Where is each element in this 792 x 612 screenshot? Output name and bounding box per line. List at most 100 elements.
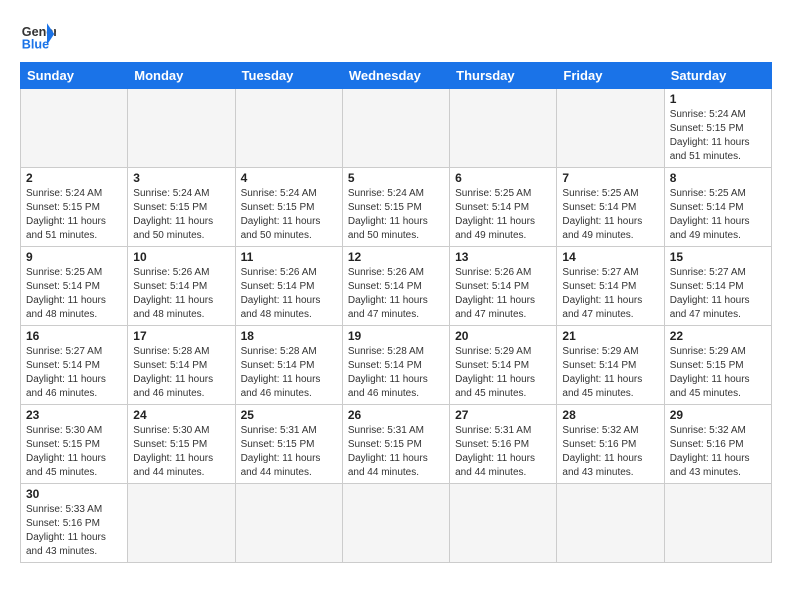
day-info: Sunrise: 5:27 AM Sunset: 5:14 PM Dayligh… <box>670 266 766 322</box>
logo: General Blue <box>20 16 56 52</box>
day-info: Sunrise: 5:30 AM Sunset: 5:15 PM Dayligh… <box>133 424 229 480</box>
calendar-cell <box>235 89 342 168</box>
day-info: Sunrise: 5:32 AM Sunset: 5:16 PM Dayligh… <box>670 424 766 480</box>
day-info: Sunrise: 5:26 AM Sunset: 5:14 PM Dayligh… <box>348 266 444 322</box>
calendar-cell: 5Sunrise: 5:24 AM Sunset: 5:15 PM Daylig… <box>342 168 449 247</box>
day-info: Sunrise: 5:31 AM Sunset: 5:15 PM Dayligh… <box>348 424 444 480</box>
day-number: 1 <box>670 92 766 106</box>
calendar-cell <box>342 89 449 168</box>
weekday-header-row: SundayMondayTuesdayWednesdayThursdayFrid… <box>21 63 772 89</box>
day-info: Sunrise: 5:25 AM Sunset: 5:14 PM Dayligh… <box>670 187 766 243</box>
day-number: 28 <box>562 408 658 422</box>
day-info: Sunrise: 5:28 AM Sunset: 5:14 PM Dayligh… <box>133 345 229 401</box>
day-number: 24 <box>133 408 229 422</box>
day-number: 2 <box>26 171 122 185</box>
calendar-cell <box>235 484 342 563</box>
day-info: Sunrise: 5:29 AM Sunset: 5:15 PM Dayligh… <box>670 345 766 401</box>
week-row-1: 2 Sunrise: 5:24 AM Sunset: 5:15 PM Daylig… <box>21 168 772 247</box>
day-number: 4 <box>241 171 337 185</box>
day-number: 12 <box>348 250 444 264</box>
day-number: 8 <box>670 171 766 185</box>
calendar-cell <box>450 484 557 563</box>
day-info: Sunrise: 5:31 AM Sunset: 5:16 PM Dayligh… <box>455 424 551 480</box>
week-row-3: 16Sunrise: 5:27 AM Sunset: 5:14 PM Dayli… <box>21 326 772 405</box>
weekday-header-sunday: Sunday <box>21 63 128 89</box>
calendar-cell: 22 Sunrise: 5:29 AM Sunset: 5:15 PM Dayli… <box>664 326 771 405</box>
day-number: 20 <box>455 329 551 343</box>
day-number: 19 <box>348 329 444 343</box>
day-number: 13 <box>455 250 551 264</box>
day-number: 18 <box>241 329 337 343</box>
weekday-header-monday: Monday <box>128 63 235 89</box>
weekday-header-saturday: Saturday <box>664 63 771 89</box>
calendar-cell: 15 Sunrise: 5:27 AM Sunset: 5:14 PM Dayli… <box>664 247 771 326</box>
calendar-cell: 13 Sunrise: 5:26 AM Sunset: 5:14 PM Dayli… <box>450 247 557 326</box>
calendar-cell: 30Sunrise: 5:33 AM Sunset: 5:16 PM Dayli… <box>21 484 128 563</box>
day-number: 5 <box>348 171 444 185</box>
calendar-cell: 14 Sunrise: 5:27 AM Sunset: 5:14 PM Dayli… <box>557 247 664 326</box>
day-info: Sunrise: 5:29 AM Sunset: 5:14 PM Dayligh… <box>455 345 551 401</box>
day-number: 21 <box>562 329 658 343</box>
day-info: Sunrise: 5:25 AM Sunset: 5:14 PM Dayligh… <box>562 187 658 243</box>
generalblue-icon: General Blue <box>20 16 56 52</box>
week-row-2: 9Sunrise: 5:25 AM Sunset: 5:14 PM Daylig… <box>21 247 772 326</box>
calendar-cell: 27 Sunrise: 5:31 AM Sunset: 5:16 PM Dayli… <box>450 405 557 484</box>
day-info: Sunrise: 5:26 AM Sunset: 5:14 PM Dayligh… <box>133 266 229 322</box>
weekday-header-tuesday: Tuesday <box>235 63 342 89</box>
day-number: 30 <box>26 487 122 501</box>
day-info: Sunrise: 5:26 AM Sunset: 5:14 PM Dayligh… <box>455 266 551 322</box>
day-info: Sunrise: 5:28 AM Sunset: 5:14 PM Dayligh… <box>348 345 444 401</box>
day-number: 26 <box>348 408 444 422</box>
calendar-cell: 9Sunrise: 5:25 AM Sunset: 5:14 PM Daylig… <box>21 247 128 326</box>
day-number: 17 <box>133 329 229 343</box>
weekday-header-friday: Friday <box>557 63 664 89</box>
calendar-cell <box>450 89 557 168</box>
calendar-cell <box>557 89 664 168</box>
day-number: 22 <box>670 329 766 343</box>
calendar-cell <box>128 484 235 563</box>
calendar-cell: 4Sunrise: 5:24 AM Sunset: 5:15 PM Daylig… <box>235 168 342 247</box>
day-info: Sunrise: 5:27 AM Sunset: 5:14 PM Dayligh… <box>562 266 658 322</box>
day-number: 23 <box>26 408 122 422</box>
day-info: Sunrise: 5:26 AM Sunset: 5:14 PM Dayligh… <box>241 266 337 322</box>
day-number: 3 <box>133 171 229 185</box>
calendar-cell: 10 Sunrise: 5:26 AM Sunset: 5:14 PM Dayli… <box>128 247 235 326</box>
day-info: Sunrise: 5:24 AM Sunset: 5:15 PM Dayligh… <box>26 187 122 243</box>
calendar-cell: 17 Sunrise: 5:28 AM Sunset: 5:14 PM Dayli… <box>128 326 235 405</box>
day-info: Sunrise: 5:31 AM Sunset: 5:15 PM Dayligh… <box>241 424 337 480</box>
day-number: 27 <box>455 408 551 422</box>
day-number: 11 <box>241 250 337 264</box>
calendar-cell: 1 Sunrise: 5:24 AM Sunset: 5:15 PM Daylig… <box>664 89 771 168</box>
calendar-cell <box>342 484 449 563</box>
day-number: 10 <box>133 250 229 264</box>
day-info: Sunrise: 5:24 AM Sunset: 5:15 PM Dayligh… <box>670 108 766 164</box>
week-row-0: 1 Sunrise: 5:24 AM Sunset: 5:15 PM Daylig… <box>21 89 772 168</box>
day-number: 15 <box>670 250 766 264</box>
day-info: Sunrise: 5:27 AM Sunset: 5:14 PM Dayligh… <box>26 345 122 401</box>
calendar-cell: 29 Sunrise: 5:32 AM Sunset: 5:16 PM Dayli… <box>664 405 771 484</box>
week-row-5: 30Sunrise: 5:33 AM Sunset: 5:16 PM Dayli… <box>21 484 772 563</box>
day-number: 7 <box>562 171 658 185</box>
calendar-cell: 2 Sunrise: 5:24 AM Sunset: 5:15 PM Daylig… <box>21 168 128 247</box>
calendar-cell: 7 Sunrise: 5:25 AM Sunset: 5:14 PM Daylig… <box>557 168 664 247</box>
calendar-cell: 16Sunrise: 5:27 AM Sunset: 5:14 PM Dayli… <box>21 326 128 405</box>
day-info: Sunrise: 5:25 AM Sunset: 5:14 PM Dayligh… <box>26 266 122 322</box>
calendar-cell: 20 Sunrise: 5:29 AM Sunset: 5:14 PM Dayli… <box>450 326 557 405</box>
calendar-cell: 23Sunrise: 5:30 AM Sunset: 5:15 PM Dayli… <box>21 405 128 484</box>
day-number: 6 <box>455 171 551 185</box>
page: General Blue SundayMondayTuesdayWednesda… <box>0 0 792 573</box>
header: General Blue <box>20 16 772 52</box>
day-info: Sunrise: 5:29 AM Sunset: 5:14 PM Dayligh… <box>562 345 658 401</box>
day-number: 14 <box>562 250 658 264</box>
day-number: 29 <box>670 408 766 422</box>
calendar-cell: 8 Sunrise: 5:25 AM Sunset: 5:14 PM Daylig… <box>664 168 771 247</box>
day-number: 25 <box>241 408 337 422</box>
calendar: SundayMondayTuesdayWednesdayThursdayFrid… <box>20 62 772 563</box>
calendar-cell <box>128 89 235 168</box>
calendar-cell: 21 Sunrise: 5:29 AM Sunset: 5:14 PM Dayli… <box>557 326 664 405</box>
day-info: Sunrise: 5:24 AM Sunset: 5:15 PM Dayligh… <box>133 187 229 243</box>
weekday-header-wednesday: Wednesday <box>342 63 449 89</box>
calendar-cell: 18Sunrise: 5:28 AM Sunset: 5:14 PM Dayli… <box>235 326 342 405</box>
calendar-cell: 12 Sunrise: 5:26 AM Sunset: 5:14 PM Dayli… <box>342 247 449 326</box>
calendar-cell: 19 Sunrise: 5:28 AM Sunset: 5:14 PM Dayli… <box>342 326 449 405</box>
